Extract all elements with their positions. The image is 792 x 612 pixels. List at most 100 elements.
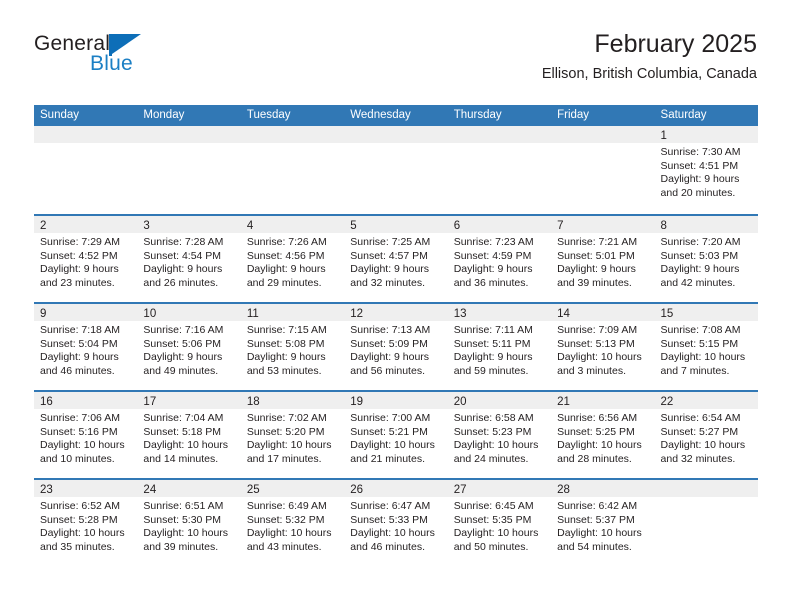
- day-cell-26[interactable]: 26 Sunrise: 6:47 AM Sunset: 5:33 PM Dayligh…: [344, 480, 448, 566]
- day-cell-24[interactable]: 24 Sunrise: 6:51 AM Sunset: 5:30 PM Dayligh…: [137, 480, 241, 566]
- day-detail-line: Sunset: 5:11 PM: [453, 337, 531, 350]
- day-cell-27[interactable]: 27 Sunrise: 6:45 AM Sunset: 5:35 PM Dayligh…: [447, 480, 552, 566]
- day-detail-line: Sunset: 5:32 PM: [246, 513, 325, 526]
- day-number: 6: [453, 220, 461, 232]
- day-cell-14[interactable]: 14 Sunrise: 7:09 AM Sunset: 5:13 PM Dayligh…: [551, 304, 655, 390]
- day-cell-empty: [551, 126, 655, 214]
- day-detail-line: and 32 minutes.: [350, 276, 425, 289]
- day-cell-20[interactable]: 20 Sunrise: 6:58 AM Sunset: 5:23 PM Dayligh…: [447, 392, 552, 478]
- day-details: Sunrise: 6:58 AM Sunset: 5:23 PM Daylight:…: [448, 409, 551, 466]
- day-cell-6[interactable]: 6 Sunrise: 7:23 AM Sunset: 4:59 PM Daylight…: [447, 216, 552, 302]
- day-number-band: [240, 126, 345, 143]
- day-cell-25[interactable]: 25 Sunrise: 6:49 AM Sunset: 5:32 PM Dayligh…: [240, 480, 345, 566]
- day-detail-line: Sunrise: 7:13 AM: [350, 324, 431, 336]
- day-detail-line: Sunset: 5:16 PM: [40, 425, 118, 438]
- day-details: Sunrise: 6:42 AM Sunset: 5:37 PM Daylight:…: [551, 497, 654, 554]
- day-detail-line: Sunset: 5:37 PM: [557, 513, 635, 526]
- day-detail-line: Daylight: 10 hours: [143, 527, 229, 540]
- day-cell-empty: [344, 126, 448, 214]
- day-number: 2: [40, 220, 47, 232]
- day-detail-line: Daylight: 9 hours: [246, 351, 326, 364]
- day-number-band: 14: [551, 304, 655, 321]
- day-number: 14: [557, 308, 570, 320]
- weekday-header-wednesday: Wednesday: [350, 109, 411, 121]
- day-cell-28[interactable]: 28 Sunrise: 6:42 AM Sunset: 5:37 PM Dayligh…: [551, 480, 655, 566]
- day-number-band: 26: [344, 480, 448, 497]
- day-detail-line: Daylight: 10 hours: [40, 439, 125, 452]
- day-detail-line: Sunset: 5:27 PM: [660, 425, 739, 438]
- day-cell-10[interactable]: 10 Sunrise: 7:16 AM Sunset: 5:06 PM Dayligh…: [137, 304, 241, 390]
- day-cell-5[interactable]: 5 Sunrise: 7:25 AM Sunset: 4:57 PM Daylight…: [344, 216, 448, 302]
- day-cell-4[interactable]: 4 Sunrise: 7:26 AM Sunset: 4:56 PM Daylight…: [240, 216, 345, 302]
- day-detail-line: Sunrise: 7:00 AM: [350, 412, 431, 424]
- day-number-band: 12: [344, 304, 448, 321]
- day-details: [448, 143, 551, 146]
- day-detail-line: Daylight: 9 hours: [660, 173, 740, 186]
- day-cell-12[interactable]: 12 Sunrise: 7:13 AM Sunset: 5:09 PM Dayligh…: [344, 304, 448, 390]
- day-detail-line: Sunset: 4:52 PM: [40, 249, 118, 262]
- day-cell-2[interactable]: 2 Sunrise: 7:29 AM Sunset: 4:52 PM Daylight…: [34, 216, 138, 302]
- day-detail-line: Sunrise: 6:56 AM: [557, 412, 638, 424]
- day-details: [551, 143, 654, 146]
- day-detail-line: and 28 minutes.: [557, 452, 632, 465]
- day-detail-line: and 26 minutes.: [143, 276, 219, 289]
- brand-logo[interactable]: General Blue: [34, 32, 254, 88]
- day-cell-19[interactable]: 19 Sunrise: 7:00 AM Sunset: 5:21 PM Dayligh…: [344, 392, 448, 478]
- weekday-header-tuesday: Tuesday: [246, 109, 291, 121]
- day-number: 16: [40, 396, 53, 408]
- day-detail-line: and 54 minutes.: [557, 540, 632, 553]
- day-number-band: 2: [34, 216, 138, 233]
- day-number-band: 27: [447, 480, 552, 497]
- day-detail-line: Daylight: 10 hours: [660, 351, 746, 364]
- day-details: Sunrise: 6:47 AM Sunset: 5:33 PM Daylight:…: [344, 497, 447, 554]
- day-details: Sunrise: 7:06 AM Sunset: 5:16 PM Daylight:…: [34, 409, 137, 466]
- day-detail-line: and 20 minutes.: [660, 186, 736, 199]
- day-number: 28: [557, 484, 570, 496]
- day-detail-line: and 29 minutes.: [246, 276, 322, 289]
- day-cell-22[interactable]: 22 Sunrise: 6:54 AM Sunset: 5:27 PM Dayligh…: [654, 392, 758, 478]
- day-number-band: 20: [447, 392, 552, 409]
- day-detail-line: Sunrise: 7:15 AM: [246, 324, 327, 336]
- day-cell-13[interactable]: 13 Sunrise: 7:11 AM Sunset: 5:11 PM Dayligh…: [447, 304, 552, 390]
- day-detail-line: Daylight: 10 hours: [350, 527, 435, 540]
- day-cell-15[interactable]: 15 Sunrise: 7:08 AM Sunset: 5:15 PM Dayligh…: [654, 304, 758, 390]
- day-cell-9[interactable]: 9 Sunrise: 7:18 AM Sunset: 5:04 PM Daylight…: [34, 304, 138, 390]
- day-number-band: 8: [654, 216, 758, 233]
- day-cell-23[interactable]: 23 Sunrise: 6:52 AM Sunset: 5:28 PM Dayligh…: [34, 480, 138, 566]
- day-detail-line: Sunrise: 6:45 AM: [453, 500, 534, 512]
- day-detail-line: Sunset: 4:51 PM: [660, 159, 739, 172]
- day-cell-7[interactable]: 7 Sunrise: 7:21 AM Sunset: 5:01 PM Daylight…: [551, 216, 655, 302]
- day-cell-17[interactable]: 17 Sunrise: 7:04 AM Sunset: 5:18 PM Dayligh…: [137, 392, 241, 478]
- day-cell-18[interactable]: 18 Sunrise: 7:02 AM Sunset: 5:20 PM Dayligh…: [240, 392, 345, 478]
- day-number: 20: [453, 396, 467, 408]
- day-cell-8[interactable]: 8 Sunrise: 7:20 AM Sunset: 5:03 PM Daylight…: [654, 216, 758, 302]
- day-detail-line: Sunset: 5:04 PM: [40, 337, 118, 350]
- day-detail-line: Sunrise: 7:16 AM: [143, 324, 224, 336]
- day-details: Sunrise: 7:00 AM Sunset: 5:21 PM Daylight:…: [344, 409, 447, 466]
- day-cell-16[interactable]: 16 Sunrise: 7:06 AM Sunset: 5:16 PM Dayligh…: [34, 392, 138, 478]
- day-detail-line: Daylight: 10 hours: [557, 527, 642, 540]
- day-detail-line: Sunset: 4:57 PM: [350, 249, 428, 262]
- day-cell-empty: [447, 126, 552, 214]
- day-detail-line: Sunrise: 7:18 AM: [40, 324, 120, 336]
- calendar-week-row: 2 Sunrise: 7:29 AM Sunset: 4:52 PM Daylight…: [34, 214, 758, 302]
- day-details: Sunrise: 7:26 AM Sunset: 4:56 PM Daylight:…: [241, 233, 344, 290]
- day-detail-line: Sunrise: 7:20 AM: [660, 236, 741, 248]
- day-detail-line: Daylight: 10 hours: [350, 439, 435, 452]
- day-detail-line: and 32 minutes.: [660, 452, 736, 465]
- day-detail-line: Daylight: 9 hours: [143, 351, 223, 364]
- calendar-week-row: 23 Sunrise: 6:52 AM Sunset: 5:28 PM Dayligh…: [34, 478, 758, 566]
- day-detail-line: Sunrise: 6:49 AM: [246, 500, 327, 512]
- day-detail-line: Sunset: 4:54 PM: [143, 249, 222, 262]
- day-cell-11[interactable]: 11 Sunrise: 7:15 AM Sunset: 5:08 PM Dayligh…: [240, 304, 345, 390]
- day-cell-1[interactable]: 1 Sunrise: 7:30 AM Sunset: 4:51 PM Daylight…: [654, 126, 758, 214]
- day-cell-3[interactable]: 3 Sunrise: 7:28 AM Sunset: 4:54 PM Daylight…: [137, 216, 241, 302]
- day-cell-21[interactable]: 21 Sunrise: 6:56 AM Sunset: 5:25 PM Dayligh…: [551, 392, 655, 478]
- day-details: Sunrise: 6:56 AM Sunset: 5:25 PM Daylight:…: [551, 409, 654, 466]
- day-number: 15: [660, 308, 674, 320]
- day-detail-line: Daylight: 9 hours: [40, 351, 119, 364]
- day-detail-line: Sunrise: 7:30 AM: [660, 146, 741, 158]
- day-number-band: 17: [137, 392, 241, 409]
- day-number-band: [551, 126, 655, 143]
- day-details: Sunrise: 7:25 AM Sunset: 4:57 PM Daylight:…: [344, 233, 447, 290]
